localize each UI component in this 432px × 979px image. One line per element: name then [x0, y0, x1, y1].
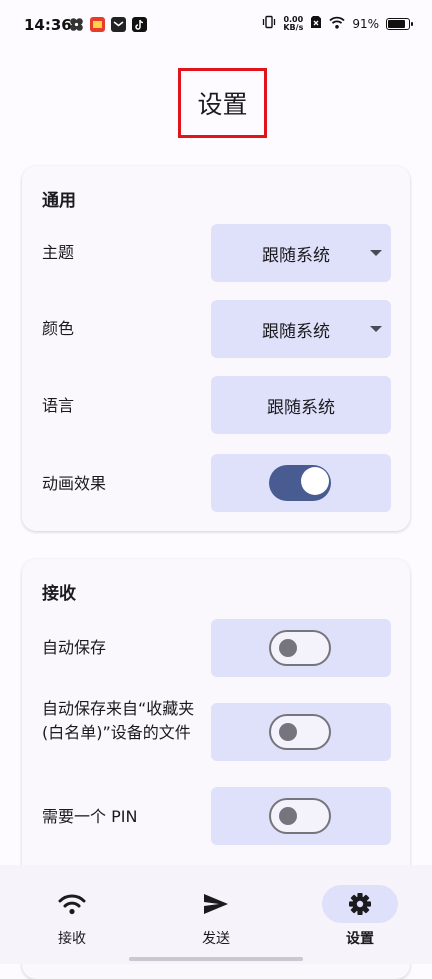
animation-toggle-area[interactable] — [211, 454, 391, 512]
theme-value: 跟随系统 — [262, 245, 330, 266]
net-speed: 0.00 KB/s — [283, 15, 304, 32]
color-label: 颜色 — [42, 319, 75, 338]
notification-icons — [69, 17, 147, 32]
nav-send[interactable]: 发送 — [144, 865, 288, 964]
auto-save-label: 自动保存 — [42, 638, 107, 657]
nav-receive-label: 接收 — [58, 931, 86, 947]
battery-percent: 91% — [352, 16, 379, 31]
auto-save-favorites-toggle-area[interactable] — [211, 703, 391, 761]
status-bar: 14:36 0.00 KB/s 91% — [0, 0, 432, 52]
no-sim-icon — [310, 15, 322, 32]
switch-knob — [279, 723, 297, 741]
switch-knob — [301, 467, 329, 495]
auto-save-favorites-switch[interactable] — [269, 714, 331, 750]
status-time: 14:36 — [24, 16, 72, 34]
animation-label: 动画效果 — [42, 474, 107, 493]
general-section-title: 通用 — [42, 191, 76, 211]
battery-level — [388, 19, 405, 28]
bottom-nav: 接收 发送 设置 — [0, 865, 432, 964]
language-button[interactable]: 跟随系统 — [211, 376, 391, 434]
color-value: 跟随系统 — [262, 321, 330, 342]
dropdown-arrow-icon — [370, 250, 382, 256]
require-pin-toggle-area[interactable] — [211, 787, 391, 845]
vibrate-icon — [262, 15, 276, 32]
animation-switch[interactable] — [269, 465, 331, 501]
gear-icon — [346, 892, 374, 916]
page-title: 设置 — [197, 90, 248, 119]
nav-settings-label: 设置 — [346, 931, 374, 947]
mail-icon — [111, 17, 126, 32]
page-title-highlight: 设置 — [178, 68, 267, 138]
theme-label: 主题 — [42, 243, 75, 262]
receive-section-title: 接收 — [42, 584, 76, 604]
nav-receive[interactable]: 接收 — [0, 865, 144, 964]
dropdown-arrow-icon — [370, 326, 382, 332]
auto-save-toggle-area[interactable] — [211, 619, 391, 677]
battery-icon — [386, 17, 413, 30]
auto-save-favorites-label: 自动保存来自“收藏夹(白名单)”设备的文件 — [42, 699, 195, 742]
language-value: 跟随系统 — [267, 397, 335, 418]
general-card: 通用 主题 跟随系统 颜色 跟随系统 语言 跟随系统 动画效果 — [22, 166, 410, 531]
require-pin-switch[interactable] — [269, 798, 331, 834]
home-indicator[interactable] — [129, 957, 303, 961]
send-icon — [202, 892, 230, 916]
app-icon — [90, 17, 105, 32]
auto-save-switch[interactable] — [269, 630, 331, 666]
switch-knob — [279, 807, 297, 825]
switch-knob — [279, 639, 297, 657]
wifi-icon — [58, 892, 86, 916]
nav-send-label: 发送 — [202, 931, 230, 947]
wifi-status-icon — [329, 16, 345, 32]
tiktok-icon — [132, 17, 147, 32]
pinwheel-icon — [69, 17, 84, 32]
theme-dropdown[interactable]: 跟随系统 — [211, 224, 391, 282]
nav-settings[interactable]: 设置 — [288, 865, 432, 964]
language-label: 语言 — [42, 396, 75, 415]
net-speed-unit: KB/s — [283, 22, 304, 32]
require-pin-label: 需要一个 PIN — [42, 807, 138, 826]
status-right: 0.00 KB/s 91% — [262, 15, 413, 32]
color-dropdown[interactable]: 跟随系统 — [211, 300, 391, 358]
